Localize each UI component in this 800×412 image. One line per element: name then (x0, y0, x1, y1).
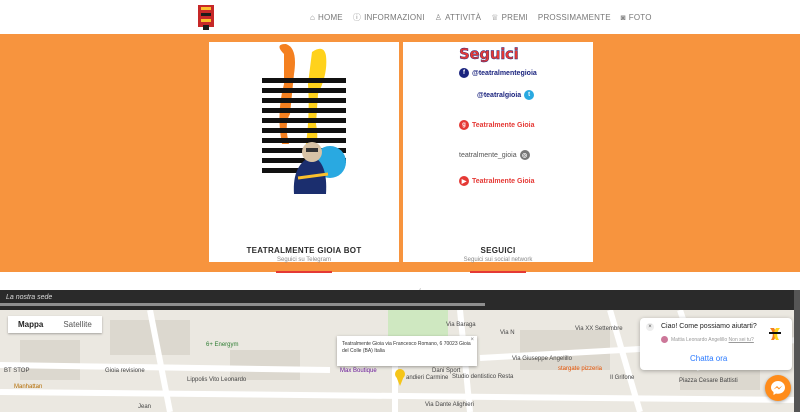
map-poi-gioia-revisione[interactable]: Gioia revisione (105, 368, 145, 374)
location-strip-rule (0, 303, 485, 306)
bot-card-subtitle: Seguici su Telegram (277, 257, 331, 263)
map-poi-jean[interactable]: Jean (138, 404, 151, 410)
facebook-follow-link[interactable]: f @teatralmentegioia (459, 68, 537, 78)
menu-label-home: HOME (318, 13, 343, 22)
close-icon[interactable]: × (470, 337, 474, 344)
top-navbar: ⌂ HOME ⓘ INFORMAZIONI ♙ ATTIVITÀ ♕ PREMI… (0, 0, 800, 34)
main-menu: ⌂ HOME ⓘ INFORMAZIONI ♙ ATTIVITÀ ♕ PREMI… (310, 12, 652, 23)
google-plus-icon: g (459, 120, 469, 130)
instagram-follow-link[interactable]: teatralmente_gioia ◎ (459, 150, 530, 160)
messenger-icon (771, 381, 785, 395)
menu-label-informazioni: INFORMAZIONI (364, 13, 425, 22)
map-poi-max-boutique[interactable]: Max Boutique (340, 368, 377, 374)
social-card-divider (470, 271, 526, 273)
menu-label-attivita: ATTIVITÀ (445, 13, 482, 22)
messenger-button[interactable] (765, 375, 791, 401)
twitter-follow-link[interactable]: @teatralgioia t (477, 90, 535, 100)
youtube-name: Teatralmente Gioia (472, 177, 535, 185)
trophy-icon: ♕ (491, 13, 499, 22)
info-icon: ⓘ (352, 13, 362, 22)
bot-card-divider (276, 271, 332, 273)
map-street-settembre: Via XX Settembre (575, 326, 623, 332)
map-street-giuseppe: Via Giuseppe Angelillo (512, 356, 572, 362)
map-poi-dentistico[interactable]: Studio dentistico Resta (452, 374, 513, 380)
location-strip-label: La nostra sede (6, 294, 53, 301)
map-info-text: Teatralmente Gioia via Francesco Romano,… (342, 341, 471, 354)
youtube-icon: ▶ (459, 176, 469, 186)
social-card-subtitle: Seguici sui social network (463, 257, 533, 263)
map-poi-candieri[interactable]: andieri Carmine (406, 375, 448, 381)
youtube-follow-link[interactable]: ▶ Teatralmente Gioia (459, 176, 535, 186)
googleplus-follow-link[interactable]: g Teatralmente Gioia (459, 120, 535, 130)
map-poi-stargate[interactable]: stargate pizzeria (558, 366, 602, 372)
menu-item-prossimamente[interactable]: PROSSIMAMENTE (538, 12, 611, 23)
chat-meta: Mattia Leonardo Angelillo Non sei tu? (671, 337, 754, 343)
menu-label-prossimamente: PROSSIMAMENTE (537, 13, 611, 22)
menu-item-premi[interactable]: ♕ PREMI (491, 12, 528, 23)
chat-not-you-link[interactable]: Non sei tu? (729, 337, 754, 343)
social-card-title: SEGUICI (480, 246, 516, 255)
bot-card-title: TEATRALMENTE GIOIA BOT (246, 246, 362, 255)
googleplus-name: Teatralmente Gioia (472, 121, 535, 129)
facebook-handle: @teatralmentegioia (472, 69, 537, 77)
map-poi-energym[interactable]: 6+ Energym (206, 342, 239, 348)
map-tab-mappa[interactable]: Mappa (8, 316, 53, 333)
chat-meta-user: Mattia Leonardo Angelillo (671, 337, 728, 343)
page-scrollbar[interactable] (794, 290, 800, 412)
menu-label-premi: PREMI (501, 13, 528, 22)
map-poi-btstop[interactable]: BT STOP (4, 368, 29, 374)
instagram-handle: teatralmente_gioia (459, 151, 517, 159)
activity-icon: ♙ (434, 13, 443, 22)
menu-item-informazioni[interactable]: ⓘ INFORMAZIONI (353, 12, 425, 23)
map-street-n: Via N (500, 330, 515, 336)
orange-band (0, 34, 800, 272)
twitter-icon: t (524, 90, 535, 100)
chat-message: Ciao! Come possiamo aiutarti? (661, 323, 757, 330)
map-poi-lippolis[interactable]: Lippolis Vito Leonardo (187, 377, 246, 383)
map-info-window: Teatralmente Gioia via Francesco Romano,… (337, 336, 477, 366)
map-poi-manhattan[interactable]: Manhattan (14, 384, 42, 390)
menu-item-attivita[interactable]: ♙ ATTIVITÀ (435, 12, 482, 23)
chat-brand-logo (766, 324, 784, 342)
avatar (661, 336, 668, 343)
location-strip (0, 290, 800, 310)
follow-heading: Seguici (459, 45, 519, 63)
map-tab-satellite[interactable]: Satellite (53, 316, 101, 333)
menu-label-foto: FOTO (628, 13, 652, 22)
map-poi-grifone[interactable]: Il Grifone (610, 375, 634, 381)
map-street-dante: Via Dante Alighieri (425, 402, 474, 408)
map-poi-piazza[interactable]: Piazza Cesare Battisti (679, 378, 739, 384)
chat-now-button[interactable]: Chatta ora (690, 354, 727, 363)
facebook-icon: f (459, 68, 469, 78)
camera-icon: ◙ (620, 13, 626, 22)
twitter-handle: @teatralgioia (477, 91, 522, 99)
map-type-tabs: Mappa Satellite (8, 316, 102, 333)
menu-item-foto[interactable]: ◙ FOTO (621, 12, 652, 23)
map-street-baraga: Via Baraga (446, 322, 476, 328)
bot-card: TEATRALMENTE GIOIA BOT Seguici su Telegr… (209, 42, 399, 296)
home-icon: ⌂ (310, 13, 316, 22)
instagram-icon: ◎ (519, 150, 530, 160)
close-icon[interactable]: × (646, 323, 654, 331)
site-logo[interactable] (197, 3, 215, 31)
bot-illustration (262, 44, 346, 194)
menu-item-home[interactable]: ⌂ HOME (310, 12, 343, 23)
